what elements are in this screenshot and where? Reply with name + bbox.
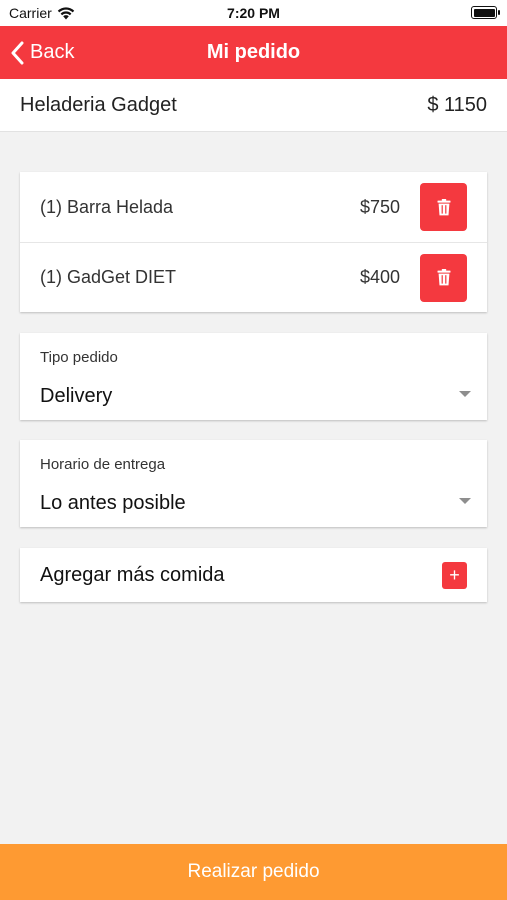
add-more-label: Agregar más comida [40,563,225,586]
clock: 7:20 PM [227,5,280,21]
order-type-value: Delivery [40,385,113,407]
item-name: (1) Barra Helada [40,196,174,217]
status-bar: Carrier 7:20 PM [0,0,507,26]
chevron-left-icon [11,41,24,64]
dropdown-arrow-icon [459,391,471,397]
battery-level [473,8,495,17]
add-more-food-row[interactable]: Agregar más comida + [20,548,487,602]
order-total: $ 1150 [427,93,487,116]
back-label: Back [30,41,75,63]
trash-icon [437,198,450,215]
delete-item-button[interactable] [420,183,467,231]
delete-item-button[interactable] [420,253,467,302]
battery-icon [471,6,500,19]
back-button[interactable]: Back [10,26,74,79]
item-price: $750 [359,196,400,217]
trash-icon [437,269,450,286]
place-order-button[interactable]: Realizar pedido [0,844,507,900]
delivery-time-value: Lo antes posible [40,492,186,514]
delivery-time-label: Horario de entrega [40,456,166,473]
shop-summary: Heladeria Gadget $ 1150 [0,79,507,132]
item-price: $400 [359,267,400,287]
page-title: Mi pedido [206,41,301,63]
list-item: (1) GadGet DIET $400 [20,242,487,312]
place-order-label: Realizar pedido [187,861,320,882]
order-type-label: Tipo pedido [40,349,118,366]
shop-name: Heladeria Gadget [20,93,177,116]
navigation-bar: Back Mi pedido [0,26,507,79]
item-name: (1) GadGet DIET [40,267,177,287]
order-items-list: (1) Barra Helada $750 (1) GadGet DIET $4… [20,172,487,312]
order-type-select[interactable]: Tipo pedido Delivery [20,333,487,420]
list-item: (1) Barra Helada $750 [20,172,487,242]
delivery-time-select[interactable]: Horario de entrega Lo antes posible [20,440,487,527]
dropdown-arrow-icon [459,498,471,504]
plus-icon[interactable]: + [442,561,467,589]
